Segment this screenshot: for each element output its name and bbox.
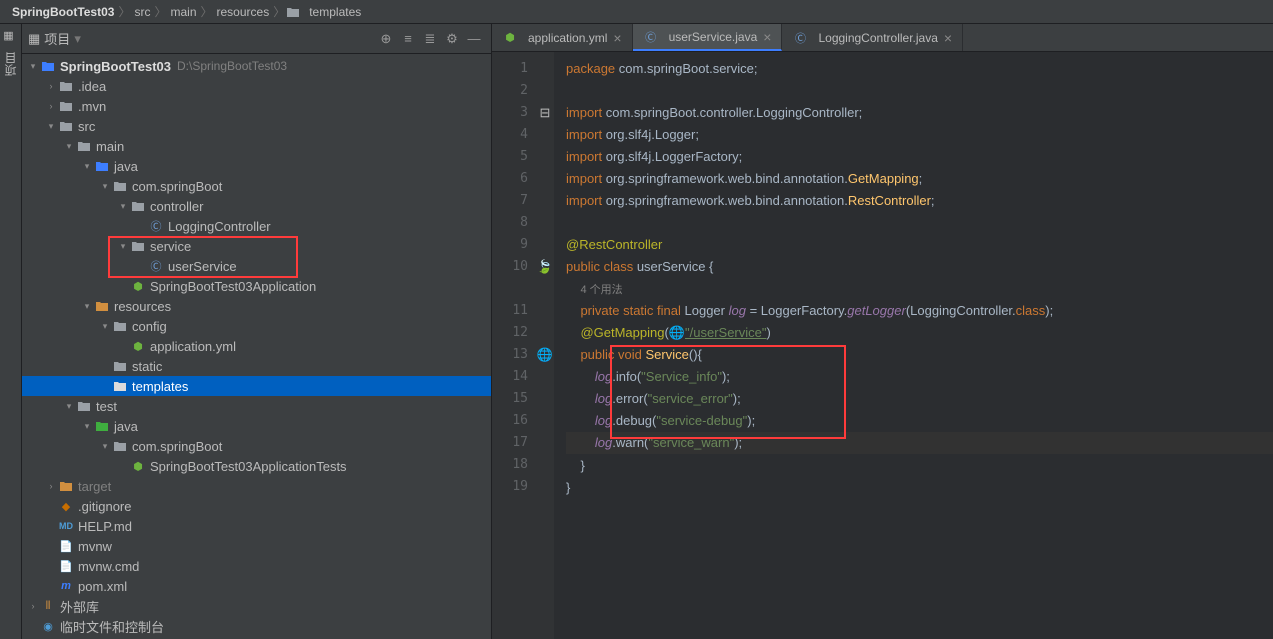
- project-tree: ▾SpringBootTest03D:\SpringBootTest03 ›.i…: [22, 54, 491, 639]
- editor-tabs: ⬢application.yml× ⒸuserService.java× ⒸLo…: [492, 24, 1273, 52]
- editor-area: ⬢application.yml× ⒸuserService.java× ⒸLo…: [492, 24, 1273, 639]
- tree-node-config[interactable]: ▾config: [22, 316, 491, 336]
- file-icon: 📄: [58, 558, 74, 574]
- settings-icon[interactable]: ⚙: [441, 28, 463, 50]
- tree-leaf-pom[interactable]: mpom.xml: [22, 576, 491, 596]
- tree-node-controller[interactable]: ▾controller: [22, 196, 491, 216]
- collapse-icon[interactable]: ≣: [419, 28, 441, 50]
- code-content[interactable]: package com.springBoot.service; import c…: [554, 52, 1273, 639]
- folder-icon: [58, 98, 74, 114]
- class-icon: Ⓒ: [792, 30, 808, 46]
- close-icon[interactable]: ×: [944, 30, 952, 46]
- spring-gutter-icon[interactable]: 🍃: [536, 256, 554, 278]
- resources-folder-icon: [94, 298, 110, 314]
- close-icon[interactable]: ×: [613, 30, 621, 46]
- tree-root[interactable]: ▾SpringBootTest03D:\SpringBootTest03: [22, 56, 491, 76]
- package-icon: [130, 238, 146, 254]
- tree-node-test[interactable]: ▾test: [22, 396, 491, 416]
- folder-icon: [58, 78, 74, 94]
- test-folder-icon: [94, 418, 110, 434]
- tab-user-service[interactable]: ⒸuserService.java×: [633, 24, 783, 51]
- line-numbers: 12345678910111213141516171819: [492, 52, 536, 639]
- tree-node-test-pkg[interactable]: ▾com.springBoot: [22, 436, 491, 456]
- sidebar-header: ▦项目 ▾ ⊕ ≡ ≣ ⚙ —: [22, 24, 491, 54]
- tree-node-target[interactable]: ›target: [22, 476, 491, 496]
- tree-node-static[interactable]: static: [22, 356, 491, 376]
- package-icon: [112, 438, 128, 454]
- tree-node-templates[interactable]: templates: [22, 376, 491, 396]
- libraries-icon: ⦀: [40, 598, 56, 614]
- sidebar-title: 项目: [44, 29, 70, 48]
- tree-node-resources[interactable]: ▾resources: [22, 296, 491, 316]
- md-icon: MD: [58, 518, 74, 534]
- folder-icon: [76, 138, 92, 154]
- tree-node-pkg[interactable]: ▾com.springBoot: [22, 176, 491, 196]
- maven-icon: m: [58, 578, 74, 594]
- project-sidebar: ▦项目 ▾ ⊕ ≡ ≣ ⚙ — ▾SpringBootTest03D:\Spri…: [22, 24, 492, 639]
- spring-icon: ⬢: [130, 338, 146, 354]
- folder-icon: [112, 358, 128, 374]
- tree-node-src[interactable]: ▾src: [22, 116, 491, 136]
- project-tool-icon[interactable]: ▦: [2, 28, 16, 42]
- expand-icon[interactable]: ≡: [397, 28, 419, 50]
- package-icon: [130, 198, 146, 214]
- project-icon: ▦: [28, 31, 40, 47]
- tree-node-java[interactable]: ▾java: [22, 156, 491, 176]
- code-editor[interactable]: 12345678910111213141516171819 ⊟ 🍃 🌐 pack…: [492, 52, 1273, 639]
- source-folder-icon: [94, 158, 110, 174]
- web-gutter-icon[interactable]: 🌐: [536, 344, 554, 366]
- tree-leaf-user-service[interactable]: ⒸuserService: [22, 256, 491, 276]
- hide-icon[interactable]: —: [463, 28, 485, 50]
- tree-external-libs[interactable]: ›⦀外部库: [22, 596, 491, 616]
- project-tool-label[interactable]: 项目: [2, 46, 19, 82]
- tab-application-yml[interactable]: ⬢application.yml×: [492, 24, 633, 51]
- tree-node-main[interactable]: ▾main: [22, 136, 491, 156]
- folder-icon: [112, 378, 128, 394]
- folder-icon: [112, 318, 128, 334]
- tree-leaf-help[interactable]: MDHELP.md: [22, 516, 491, 536]
- folder-icon: [285, 4, 301, 20]
- breadcrumbs[interactable]: SpringBootTest03〉 src〉 main〉 resources〉 …: [0, 0, 1273, 24]
- file-icon: 📄: [58, 538, 74, 554]
- file-icon: ◆: [58, 498, 74, 514]
- editor-gutter: ⊟ 🍃 🌐: [536, 52, 554, 639]
- scratch-icon: ◉: [40, 618, 56, 634]
- tab-logging-controller[interactable]: ⒸLoggingController.java×: [782, 24, 963, 51]
- tree-leaf-app[interactable]: ⬢SpringBootTest03Application: [22, 276, 491, 296]
- locate-icon[interactable]: ⊕: [375, 28, 397, 50]
- tree-leaf-app-tests[interactable]: ⬢SpringBootTest03ApplicationTests: [22, 456, 491, 476]
- class-icon: Ⓒ: [148, 258, 164, 274]
- close-icon[interactable]: ×: [763, 29, 771, 45]
- class-icon: Ⓒ: [148, 218, 164, 234]
- tree-scratches[interactable]: ◉临时文件和控制台: [22, 616, 491, 636]
- tool-window-bar: ▦ 项目: [0, 24, 22, 639]
- tree-leaf-yml[interactable]: ⬢application.yml: [22, 336, 491, 356]
- tree-node-idea[interactable]: ›.idea: [22, 76, 491, 96]
- tree-leaf-logging-controller[interactable]: ⒸLoggingController: [22, 216, 491, 236]
- tree-leaf-gitignore[interactable]: ◆.gitignore: [22, 496, 491, 516]
- folder-icon: [58, 478, 74, 494]
- module-icon: [40, 58, 56, 74]
- package-icon: [112, 178, 128, 194]
- spring-icon: ⬢: [502, 30, 518, 46]
- tree-node-mvn[interactable]: ›.mvn: [22, 96, 491, 116]
- folder-icon: [58, 118, 74, 134]
- tree-leaf-mvnwcmd[interactable]: 📄mvnw.cmd: [22, 556, 491, 576]
- tree-node-test-java[interactable]: ▾java: [22, 416, 491, 436]
- spring-icon: ⬢: [130, 458, 146, 474]
- folder-icon: [76, 398, 92, 414]
- tree-node-service[interactable]: ▾service: [22, 236, 491, 256]
- tree-leaf-mvnw[interactable]: 📄mvnw: [22, 536, 491, 556]
- class-icon: Ⓒ: [643, 29, 659, 45]
- spring-icon: ⬢: [130, 278, 146, 294]
